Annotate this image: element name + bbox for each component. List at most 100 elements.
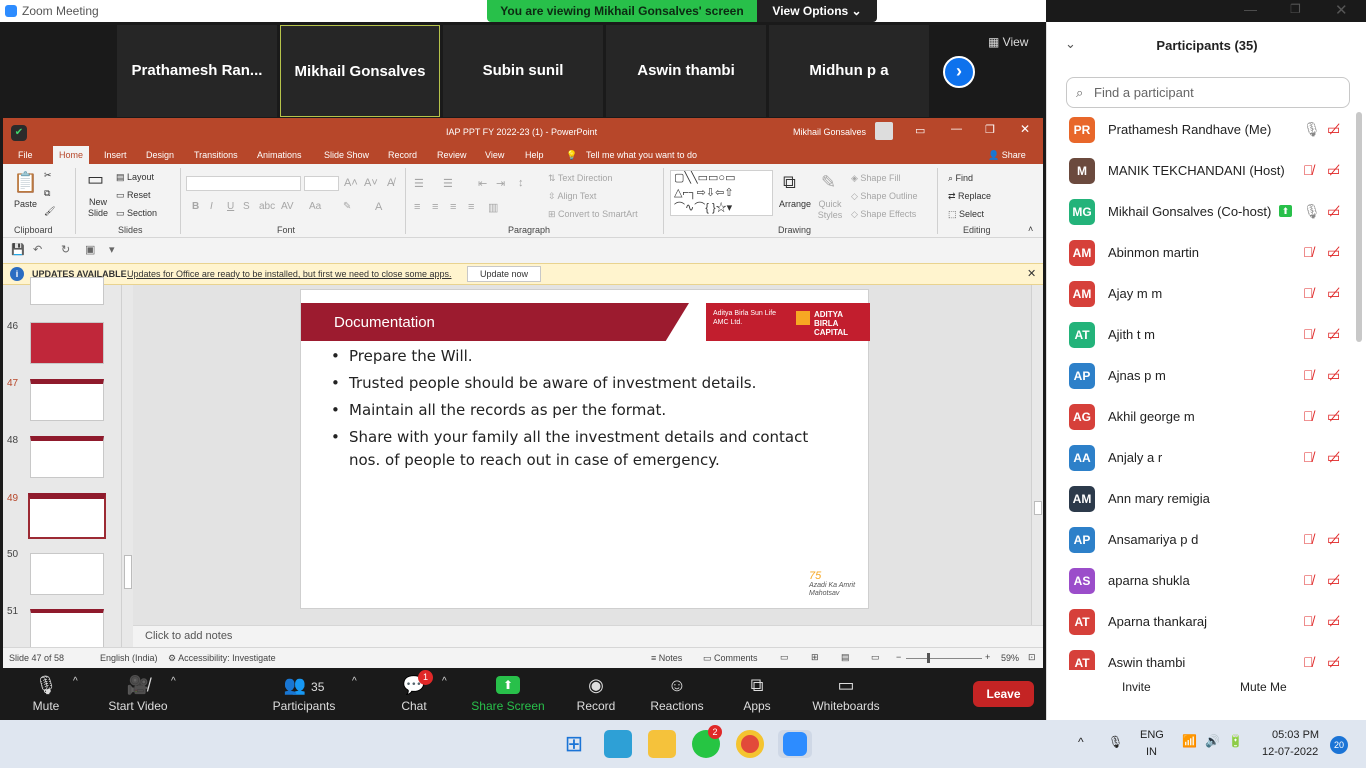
participant-row[interactable]: AM Ajay m m 🎙̸ ▭̸ <box>1047 274 1357 315</box>
slide-thumbnail[interactable] <box>30 277 104 305</box>
video-tile[interactable]: Prathamesh Ran... <box>117 25 277 117</box>
accessibility-status[interactable]: ⚙ Accessibility: Investigate <box>168 653 276 664</box>
video-tile[interactable]: Subin sunil <box>443 25 603 117</box>
char-spacing-icon[interactable]: AV <box>281 201 294 212</box>
microphone-icon[interactable]: 🎙 <box>1303 121 1321 138</box>
tab-slide-show[interactable]: Slide Show <box>324 150 369 160</box>
arrange-button[interactable]: Arrange <box>779 199 811 209</box>
mic-muted-icon[interactable]: 🎙̸ <box>1303 531 1314 547</box>
zoom-slider-thumb[interactable] <box>927 653 930 663</box>
whiteboards-button[interactable]: ▭ Whiteboards <box>808 668 884 720</box>
tab-file[interactable]: File <box>18 150 33 160</box>
tab-review[interactable]: Review <box>437 150 467 160</box>
tab-home[interactable]: Home <box>53 146 90 164</box>
view-options-button[interactable]: View Options ⌄ <box>757 0 877 22</box>
reactions-button[interactable]: ☺ Reactions <box>648 668 706 720</box>
participant-row[interactable]: AP Ajnas p m 🎙̸ ▭̸ <box>1047 356 1357 397</box>
customize-qat-icon[interactable]: ▾ <box>109 243 115 256</box>
undo-icon[interactable]: ↶ <box>33 243 42 256</box>
clear-format-icon[interactable]: A̸ <box>387 177 394 189</box>
layout-button[interactable]: ▤ Layout <box>116 172 154 183</box>
shape-outline-button[interactable]: ◇ Shape Outline <box>851 191 917 202</box>
tab-transitions[interactable]: Transitions <box>194 150 238 160</box>
mic-muted-icon[interactable]: 🎙̸ <box>1303 367 1314 383</box>
close-icon[interactable]: ✕ <box>1335 1 1348 19</box>
paste-button[interactable]: Paste <box>14 199 37 209</box>
bullets-icon[interactable]: ☰ <box>414 177 424 190</box>
participant-row[interactable]: MG Mikhail Gonsalves (Co-host) ⬆ 🎙 ▭̸ <box>1047 192 1357 233</box>
change-case-icon[interactable]: Aa <box>309 201 321 212</box>
tab-animations[interactable]: Animations <box>257 150 302 160</box>
bold-icon[interactable]: B <box>192 201 199 212</box>
file-explorer-icon[interactable] <box>648 730 676 758</box>
leave-button[interactable]: Leave <box>973 681 1034 707</box>
convert-smartart-button[interactable]: ⊞ Convert to SmartArt <box>548 209 638 220</box>
grow-font-icon[interactable]: A˄ <box>344 177 358 189</box>
shapes-gallery[interactable]: ▢╲╲▭▭○▭ △⌐┐⇨⇩⇦⇧ ⌒∿⌒{ }☆▾ <box>670 170 773 216</box>
shadow-icon[interactable]: S <box>243 201 250 212</box>
tab-view[interactable]: View <box>485 150 504 160</box>
highlight-icon[interactable]: ✎ <box>343 201 351 212</box>
slide-thumbnail[interactable] <box>30 609 104 651</box>
strikethrough-icon[interactable]: abc <box>259 201 275 212</box>
notification-badge[interactable]: 20 <box>1330 736 1348 754</box>
copy-icon[interactable]: ⧉ <box>44 188 50 199</box>
arrange-icon[interactable]: ⧉ <box>783 172 796 193</box>
font-name-box[interactable] <box>186 176 301 191</box>
new-slide-icon[interactable]: ▭ <box>87 169 104 190</box>
paste-icon[interactable]: 📋 <box>13 170 38 195</box>
ppt-restore-icon[interactable]: ❐ <box>985 123 995 136</box>
clock-time[interactable]: 05:03 PM <box>1272 729 1319 741</box>
shape-effects-button[interactable]: ◇ Shape Effects <box>851 209 916 220</box>
quick-styles-button[interactable]: Quick Styles <box>815 199 845 221</box>
view-button[interactable]: ▦ View <box>988 35 1028 49</box>
participant-row[interactable]: AM Ann mary remigia <box>1047 479 1357 520</box>
decrease-indent-icon[interactable]: ⇤ <box>478 177 487 190</box>
wifi-icon[interactable]: 📶 <box>1182 734 1197 748</box>
battery-icon[interactable]: 🔋 <box>1228 734 1243 748</box>
video-off-icon[interactable]: ▭̸ <box>1327 613 1340 630</box>
user-avatar[interactable] <box>875 122 893 140</box>
mic-muted-icon[interactable]: 🎙̸ <box>1303 449 1314 465</box>
slide-thumbnail-selected[interactable] <box>28 493 106 539</box>
participant-row[interactable]: AP Ansamariya p d 🎙̸ ▭̸ <box>1047 520 1357 561</box>
tray-chevron-icon[interactable]: ^ <box>1078 735 1084 749</box>
align-left-icon[interactable]: ≡ <box>414 201 420 213</box>
mic-muted-icon[interactable]: 🎙̸ <box>1303 408 1314 424</box>
audio-options-chevron-icon[interactable]: ^ <box>73 676 78 687</box>
windows-start-icon[interactable]: ⊞ <box>560 730 588 758</box>
participant-row[interactable]: PR Prathamesh Randhave (Me) 🎙 ▭̸ <box>1047 110 1357 151</box>
close-update-bar-icon[interactable]: ✕ <box>1027 267 1036 280</box>
tell-me-box[interactable]: Tell me what you want to do <box>586 150 697 160</box>
underline-icon[interactable]: U <box>227 201 234 212</box>
chat-chevron-icon[interactable]: ^ <box>442 676 447 687</box>
collapse-ribbon-icon[interactable]: ˄ <box>1028 224 1033 234</box>
ppt-minimize-icon[interactable]: — <box>951 123 962 135</box>
volume-icon[interactable]: 🔊 <box>1205 734 1220 748</box>
align-center-icon[interactable]: ≡ <box>432 201 438 213</box>
font-color-icon[interactable]: A <box>375 201 382 213</box>
format-painter-icon[interactable]: 🖌 <box>44 206 55 217</box>
participant-row[interactable]: AT Aparna thankaraj 🎙̸ ▭̸ <box>1047 602 1357 643</box>
share-screen-button[interactable]: ⬆ Share Screen <box>470 668 546 720</box>
select-button[interactable]: ⬚ Select <box>948 209 984 220</box>
find-button[interactable]: ⌕ Find <box>948 173 973 184</box>
numbering-icon[interactable]: ☰ <box>443 177 453 190</box>
italic-icon[interactable]: I <box>210 201 213 212</box>
invite-button[interactable]: Invite <box>1122 680 1151 694</box>
desktop-app-icon[interactable] <box>604 730 632 758</box>
zoom-taskbar-button[interactable] <box>778 730 812 758</box>
normal-view-icon[interactable]: ▭ <box>780 652 789 663</box>
section-button[interactable]: ▭ Section <box>116 208 157 219</box>
minimize-icon[interactable]: — <box>1244 2 1257 17</box>
redo-icon[interactable]: ↻ <box>61 243 70 256</box>
zoom-slider[interactable] <box>906 658 982 659</box>
tab-record[interactable]: Record <box>388 150 417 160</box>
line-spacing-icon[interactable]: ↕ <box>518 177 524 189</box>
editor-scrollbar[interactable] <box>1031 285 1043 625</box>
tab-insert[interactable]: Insert <box>104 150 127 160</box>
participant-row[interactable]: M MANIK TEKCHANDANI (Host) 🎙̸ ▭̸ <box>1047 151 1357 192</box>
zoom-out-icon[interactable]: − <box>896 652 901 662</box>
update-message[interactable]: Updates for Office are ready to be insta… <box>127 269 452 279</box>
participant-row[interactable]: AA Anjaly a r 🎙̸ ▭̸ <box>1047 438 1357 479</box>
